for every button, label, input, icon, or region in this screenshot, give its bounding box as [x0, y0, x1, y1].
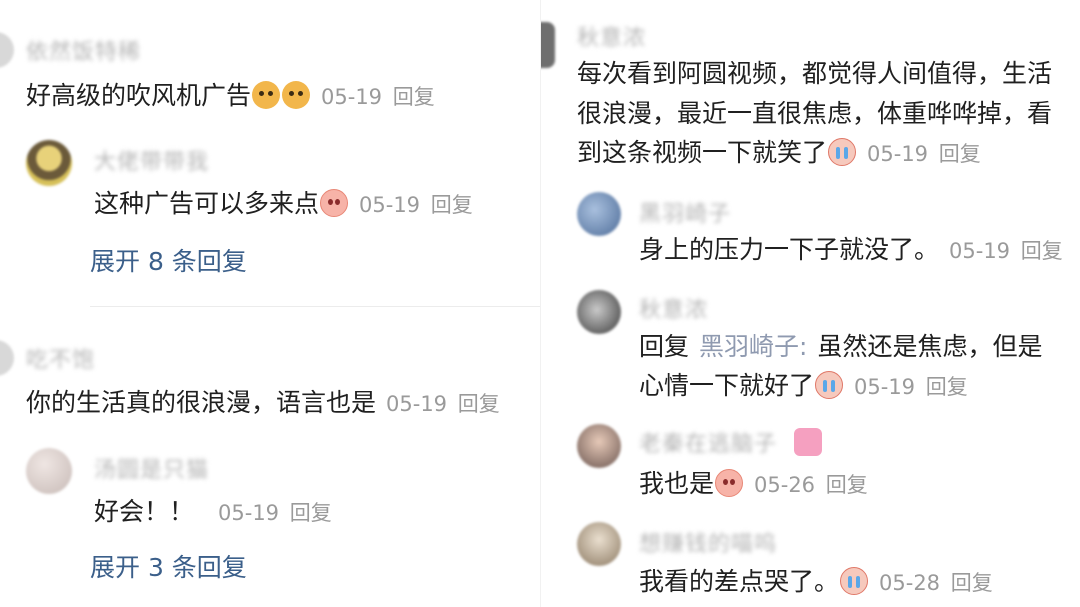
avatar[interactable]	[0, 340, 14, 376]
commenter-name[interactable]: 秋意浓	[577, 20, 646, 52]
reply-body: 好会！！	[94, 497, 195, 526]
reply-body: 身上的压力一下子就没了。	[639, 235, 940, 264]
reply-text: 我也是 05-26 回复	[639, 462, 868, 507]
reply-text: 身上的压力一下子就没了。 05-19 回复	[639, 228, 1063, 273]
reply-date: 05-19	[854, 375, 916, 399]
peach-face-icon	[715, 469, 744, 497]
commenter-name[interactable]: 汤圆是只猫	[94, 452, 209, 484]
commenter-name[interactable]: 依然饭特稀	[26, 34, 141, 66]
comment-text: 好高级的吹风机广告 05-19 回复	[26, 74, 435, 119]
comment-body: 好高级的吹风机广告	[26, 81, 252, 110]
reply-body: 我看的差点哭了。	[639, 567, 840, 596]
reply-button[interactable]: 回复	[939, 142, 981, 166]
comment-body: 到这条视频一下就笑了	[577, 138, 828, 167]
comment-date: 05-19	[321, 85, 383, 109]
reply-body: 这种广告可以多来点	[94, 189, 320, 218]
avatar[interactable]	[0, 32, 14, 68]
comment-body: 你的生活真的很浪漫，语言也是	[26, 388, 377, 417]
crying-face-icon	[840, 567, 869, 595]
reply-date: 05-28	[879, 571, 941, 595]
reply-button[interactable]: 回复	[826, 473, 868, 497]
avatar[interactable]	[541, 22, 555, 68]
avatar[interactable]	[577, 290, 621, 334]
commenter-name[interactable]: 吃不饱	[26, 342, 95, 374]
mention-link[interactable]: 黑羽崎子:	[699, 332, 807, 361]
avatar[interactable]	[577, 522, 621, 566]
reply-body: 心情一下就好了	[639, 371, 815, 400]
reply-text: 我看的差点哭了。 05-28 回复	[639, 560, 993, 605]
reply-button[interactable]: 回复	[393, 85, 435, 109]
reply-button[interactable]: 回复	[431, 193, 473, 217]
right-comment-panel: 秋意浓 每次看到阿圆视频，都觉得人间值得，生活 很浪漫，最近一直很焦虑，体重哗哗…	[540, 0, 1080, 607]
reply-prefix: 回复	[639, 332, 690, 361]
reply-button[interactable]: 回复	[951, 571, 993, 595]
reply-date: 05-19	[218, 501, 280, 525]
comment-text: 你的生活真的很浪漫，语言也是 05-19 回复	[26, 381, 500, 426]
divider	[90, 306, 540, 307]
reply-text: 这种广告可以多来点 05-19 回复	[94, 182, 473, 227]
commenter-name[interactable]: 秋意浓	[639, 292, 708, 324]
reply-body: 我也是	[639, 469, 715, 498]
avatar[interactable]	[26, 448, 72, 494]
crying-face-icon	[815, 371, 844, 399]
heart-icon	[794, 428, 822, 456]
comment-line-3: 到这条视频一下就笑了 05-19 回复	[577, 131, 981, 176]
reply-date: 05-19	[359, 193, 421, 217]
peach-face-icon	[320, 189, 349, 217]
commenter-name[interactable]: 黑羽崎子	[639, 196, 731, 228]
reply-line-1: 回复 黑羽崎子: 虽然还是焦虑，但是	[639, 325, 1042, 368]
reply-line-2: 心情一下就好了 05-19 回复	[639, 364, 968, 409]
reply-date: 05-26	[754, 473, 816, 497]
avatar[interactable]	[26, 140, 72, 186]
crying-face-icon	[828, 138, 857, 166]
commenter-name[interactable]: 老秦在逃脑子	[639, 426, 777, 458]
avatar[interactable]	[577, 192, 621, 236]
reply-button[interactable]: 回复	[290, 501, 332, 525]
comment-date: 05-19	[386, 392, 448, 416]
comment-line-1: 每次看到阿圆视频，都觉得人间值得，生活	[577, 59, 1053, 88]
doge-icon	[252, 81, 281, 109]
reply-button[interactable]: 回复	[926, 375, 968, 399]
avatar[interactable]	[577, 424, 621, 468]
commenter-name[interactable]: 想赚钱的喵呜	[639, 526, 777, 558]
comment-line-2: 很浪漫，最近一直很焦虑，体重哗哗掉，看	[577, 99, 1053, 128]
reply-body: 虽然还是焦虑，但是	[817, 332, 1043, 361]
left-comment-panel: 依然饭特稀 好高级的吹风机广告 05-19 回复 大佬带带我 这种广告可以多来点 0…	[0, 0, 540, 607]
doge-icon	[282, 81, 311, 109]
commenter-name[interactable]: 大佬带带我	[94, 144, 209, 176]
comment-date: 05-19	[867, 142, 929, 166]
reply-button[interactable]: 回复	[1021, 239, 1063, 263]
expand-replies-link[interactable]: 展开 3 条回复	[90, 548, 247, 584]
expand-replies-link[interactable]: 展开 8 条回复	[90, 242, 247, 278]
reply-text: 好会！！ 05-19 回复	[94, 490, 332, 535]
reply-date: 05-19	[949, 239, 1011, 263]
reply-button[interactable]: 回复	[458, 392, 500, 416]
